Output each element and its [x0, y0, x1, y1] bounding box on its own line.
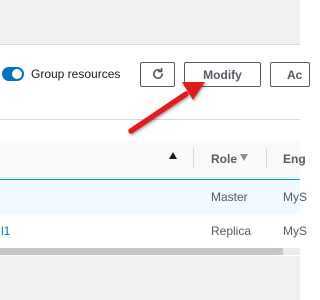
- table-row[interactable]: l1 Replica MyS: [0, 214, 307, 249]
- bottom-background: [0, 256, 300, 300]
- cell-db-identifier[interactable]: l1: [1, 224, 10, 238]
- table-row[interactable]: Master MyS: [0, 179, 307, 215]
- table-header: Role Eng: [0, 140, 306, 178]
- column-divider[interactable]: [266, 148, 267, 168]
- sort-ascending-icon[interactable]: [169, 152, 177, 159]
- cell-role: Master: [211, 190, 248, 204]
- cell-engine: MyS: [283, 190, 307, 204]
- cell-role: Replica: [211, 224, 252, 238]
- column-header-engine[interactable]: Eng: [283, 152, 306, 166]
- group-resources-label: Group resources: [31, 67, 121, 81]
- refresh-button[interactable]: [140, 62, 175, 87]
- search-divider: [0, 119, 300, 120]
- modify-button[interactable]: Modify: [184, 62, 261, 87]
- toggle-knob: [12, 69, 22, 79]
- scrollbar-thumb[interactable]: [0, 248, 283, 255]
- refresh-icon: [151, 67, 165, 83]
- sort-descending-icon[interactable]: [240, 154, 248, 161]
- cell-engine: MyS: [283, 224, 307, 238]
- actions-button[interactable]: Ac: [270, 62, 310, 87]
- column-divider[interactable]: [193, 148, 194, 168]
- column-header-role[interactable]: Role: [211, 152, 237, 166]
- horizontal-scrollbar[interactable]: [0, 248, 300, 255]
- group-resources-toggle[interactable]: [2, 67, 24, 81]
- top-background: [0, 0, 300, 44]
